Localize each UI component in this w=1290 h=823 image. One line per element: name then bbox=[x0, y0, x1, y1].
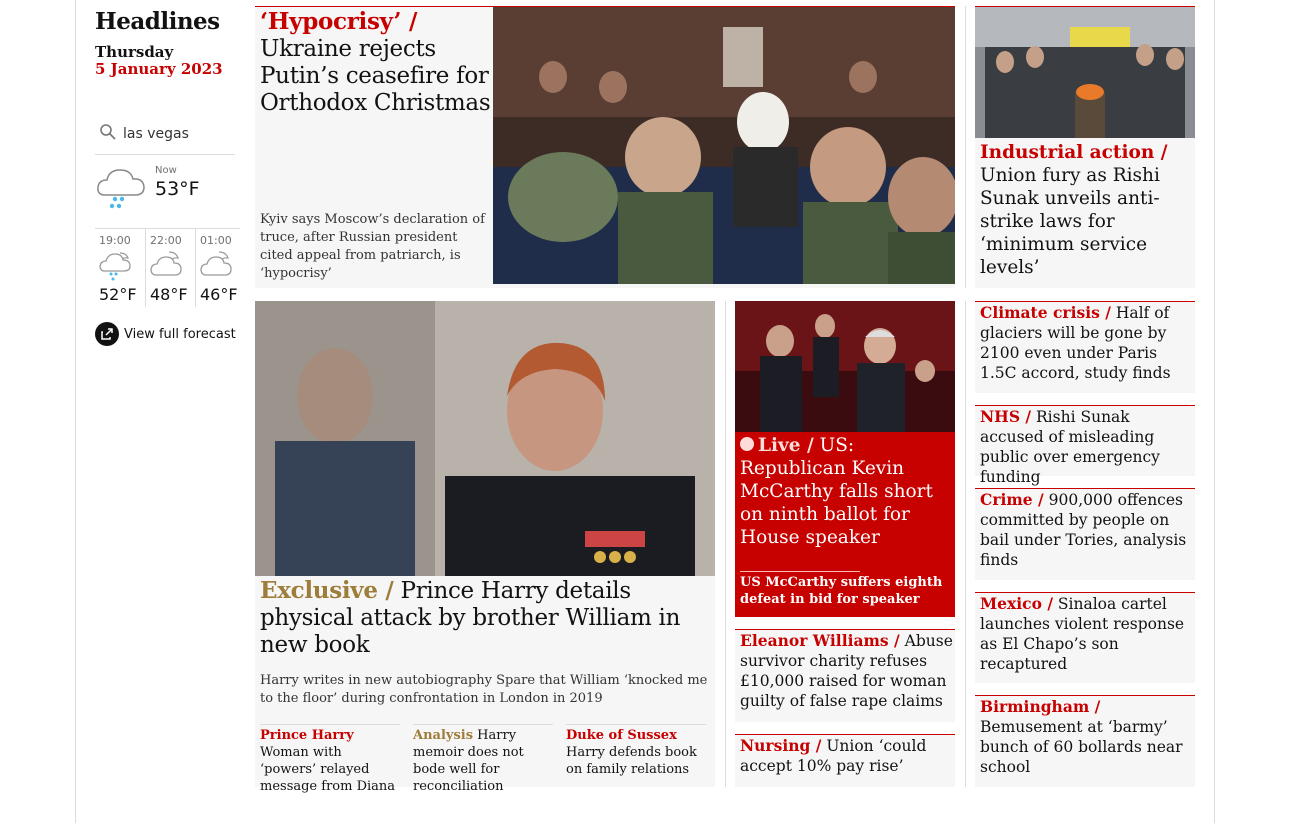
sublink-kicker: Analysis bbox=[413, 728, 474, 743]
story-card-small[interactable]: Eleanor Williams / Abuse survivor charit… bbox=[735, 629, 955, 722]
night-cloud-icon bbox=[200, 251, 232, 276]
external-link-icon bbox=[95, 322, 119, 346]
story-kicker: NHS / bbox=[980, 407, 1032, 426]
story-headline[interactable]: Exclusive / Prince Harry details physica… bbox=[260, 577, 710, 659]
story-kicker: Crime / bbox=[980, 490, 1044, 509]
story-image bbox=[493, 7, 955, 284]
weather-location-search[interactable]: las vegas bbox=[95, 120, 235, 155]
story-kicker: ‘Hypocrisy’ / bbox=[260, 8, 418, 35]
rain-cloud-icon bbox=[97, 169, 145, 209]
story-card-live[interactable]: Live / US: Republican Kevin McCarthy fal… bbox=[735, 301, 955, 617]
story-card-main[interactable]: ‘Hypocrisy’ / Ukraine rejects Putin’s ce… bbox=[255, 6, 955, 288]
story-kicker: Mexico / bbox=[980, 594, 1053, 613]
story-card-small[interactable]: Crime / 900,000 offences committed by pe… bbox=[975, 488, 1195, 580]
column-divider bbox=[965, 301, 966, 787]
story-card-prince-harry[interactable]: Exclusive / Prince Harry details physica… bbox=[255, 301, 715, 794]
story-kicker: Live / bbox=[740, 435, 814, 456]
story-headline[interactable]: Live / US: Republican Kevin McCarthy fal… bbox=[740, 434, 954, 549]
story-card-small[interactable]: NHS / Rishi Sunak accused of misleading … bbox=[975, 405, 1195, 486]
divider bbox=[740, 571, 860, 572]
search-icon bbox=[100, 124, 116, 140]
story-standfirst: Kyiv says Moscow’s declaration of truce,… bbox=[260, 212, 485, 281]
forecast-slot: 01:00 46°F bbox=[195, 229, 243, 307]
search-input[interactable]: las vegas bbox=[123, 126, 189, 142]
column-divider bbox=[965, 6, 966, 288]
story-kicker: Industrial action / bbox=[980, 142, 1168, 163]
forecast-slot: 22:00 48°F bbox=[145, 229, 193, 307]
view-full-forecast-label: View full forecast bbox=[124, 326, 236, 342]
story-kicker: Exclusive / bbox=[260, 577, 394, 604]
story-headline-text: Union fury as Rishi Sunak unveils anti-s… bbox=[980, 165, 1160, 278]
story-card-small[interactable]: Mexico / Sinaloa cartel launches violent… bbox=[975, 592, 1195, 683]
forecast-time: 01:00 bbox=[200, 234, 232, 247]
story-card-small[interactable]: Climate crisis / Half of glaciers will b… bbox=[975, 301, 1195, 393]
forecast-time: 19:00 bbox=[99, 234, 131, 247]
date-full: 5 January 2023 bbox=[95, 60, 223, 78]
story-kicker: Climate crisis / bbox=[980, 303, 1111, 322]
forecast-temp: 46°F bbox=[200, 285, 238, 304]
story-kicker: Birmingham / bbox=[980, 697, 1101, 716]
sublink-kicker: Prince Harry bbox=[260, 728, 354, 743]
now-temperature: 53°F bbox=[155, 178, 200, 200]
section-title: Headlines bbox=[95, 8, 220, 35]
sublink[interactable]: US McCarthy suffers eighth defeat in bid… bbox=[740, 574, 945, 608]
sublink[interactable]: Duke of Sussex Harry defends book on fam… bbox=[566, 724, 706, 778]
story-image bbox=[735, 301, 955, 432]
story-card-industrial-action[interactable]: Industrial action / Union fury as Rishi … bbox=[975, 6, 1195, 288]
sublink-kicker: Duke of Sussex bbox=[566, 728, 677, 743]
story-kicker: Eleanor Williams / bbox=[740, 631, 900, 650]
now-label: Now bbox=[155, 165, 177, 176]
live-dot-icon bbox=[740, 437, 754, 451]
story-image bbox=[975, 7, 1195, 138]
story-card-small[interactable]: Birmingham / Bemusement at ‘barmy’ bunch… bbox=[975, 695, 1195, 787]
sublink-headline: Woman with ‘powers’ relayed message from… bbox=[260, 745, 396, 794]
story-image bbox=[255, 301, 715, 576]
story-headline[interactable]: Industrial action / Union fury as Rishi … bbox=[980, 141, 1190, 279]
sublink-headline: Harry defends book on family relations bbox=[566, 745, 697, 777]
hourly-forecast: 19:00 52°F 22:00 48°F 01:00 46°F bbox=[95, 228, 243, 307]
forecast-temp: 48°F bbox=[150, 285, 188, 304]
story-standfirst: Harry writes in new autobiography Spare … bbox=[260, 673, 708, 706]
view-full-forecast-link[interactable]: View full forecast bbox=[95, 321, 236, 347]
sublink[interactable]: Analysis Harry memoir does not bode well… bbox=[413, 724, 553, 795]
story-headline-text: Bemusement at ‘barmy’ bunch of 60 bollar… bbox=[980, 718, 1183, 776]
column-divider bbox=[725, 301, 726, 787]
story-kicker: Nursing / bbox=[740, 736, 822, 755]
date-day: Thursday bbox=[95, 43, 174, 61]
night-cloud-icon bbox=[150, 251, 182, 276]
forecast-temp: 52°F bbox=[99, 285, 137, 304]
forecast-slot: 19:00 52°F bbox=[95, 229, 143, 307]
story-headline-text: Ukraine rejects Putin’s ceasefire for Or… bbox=[260, 36, 491, 116]
story-headline[interactable]: ‘Hypocrisy’ / Ukraine rejects Putin’s ce… bbox=[260, 8, 492, 117]
sublink[interactable]: Prince Harry Woman with ‘powers’ relayed… bbox=[260, 724, 400, 795]
night-rain-icon bbox=[99, 252, 131, 281]
story-card-small[interactable]: Nursing / Union ‘could accept 10% pay ri… bbox=[735, 734, 955, 787]
forecast-time: 22:00 bbox=[150, 234, 182, 247]
